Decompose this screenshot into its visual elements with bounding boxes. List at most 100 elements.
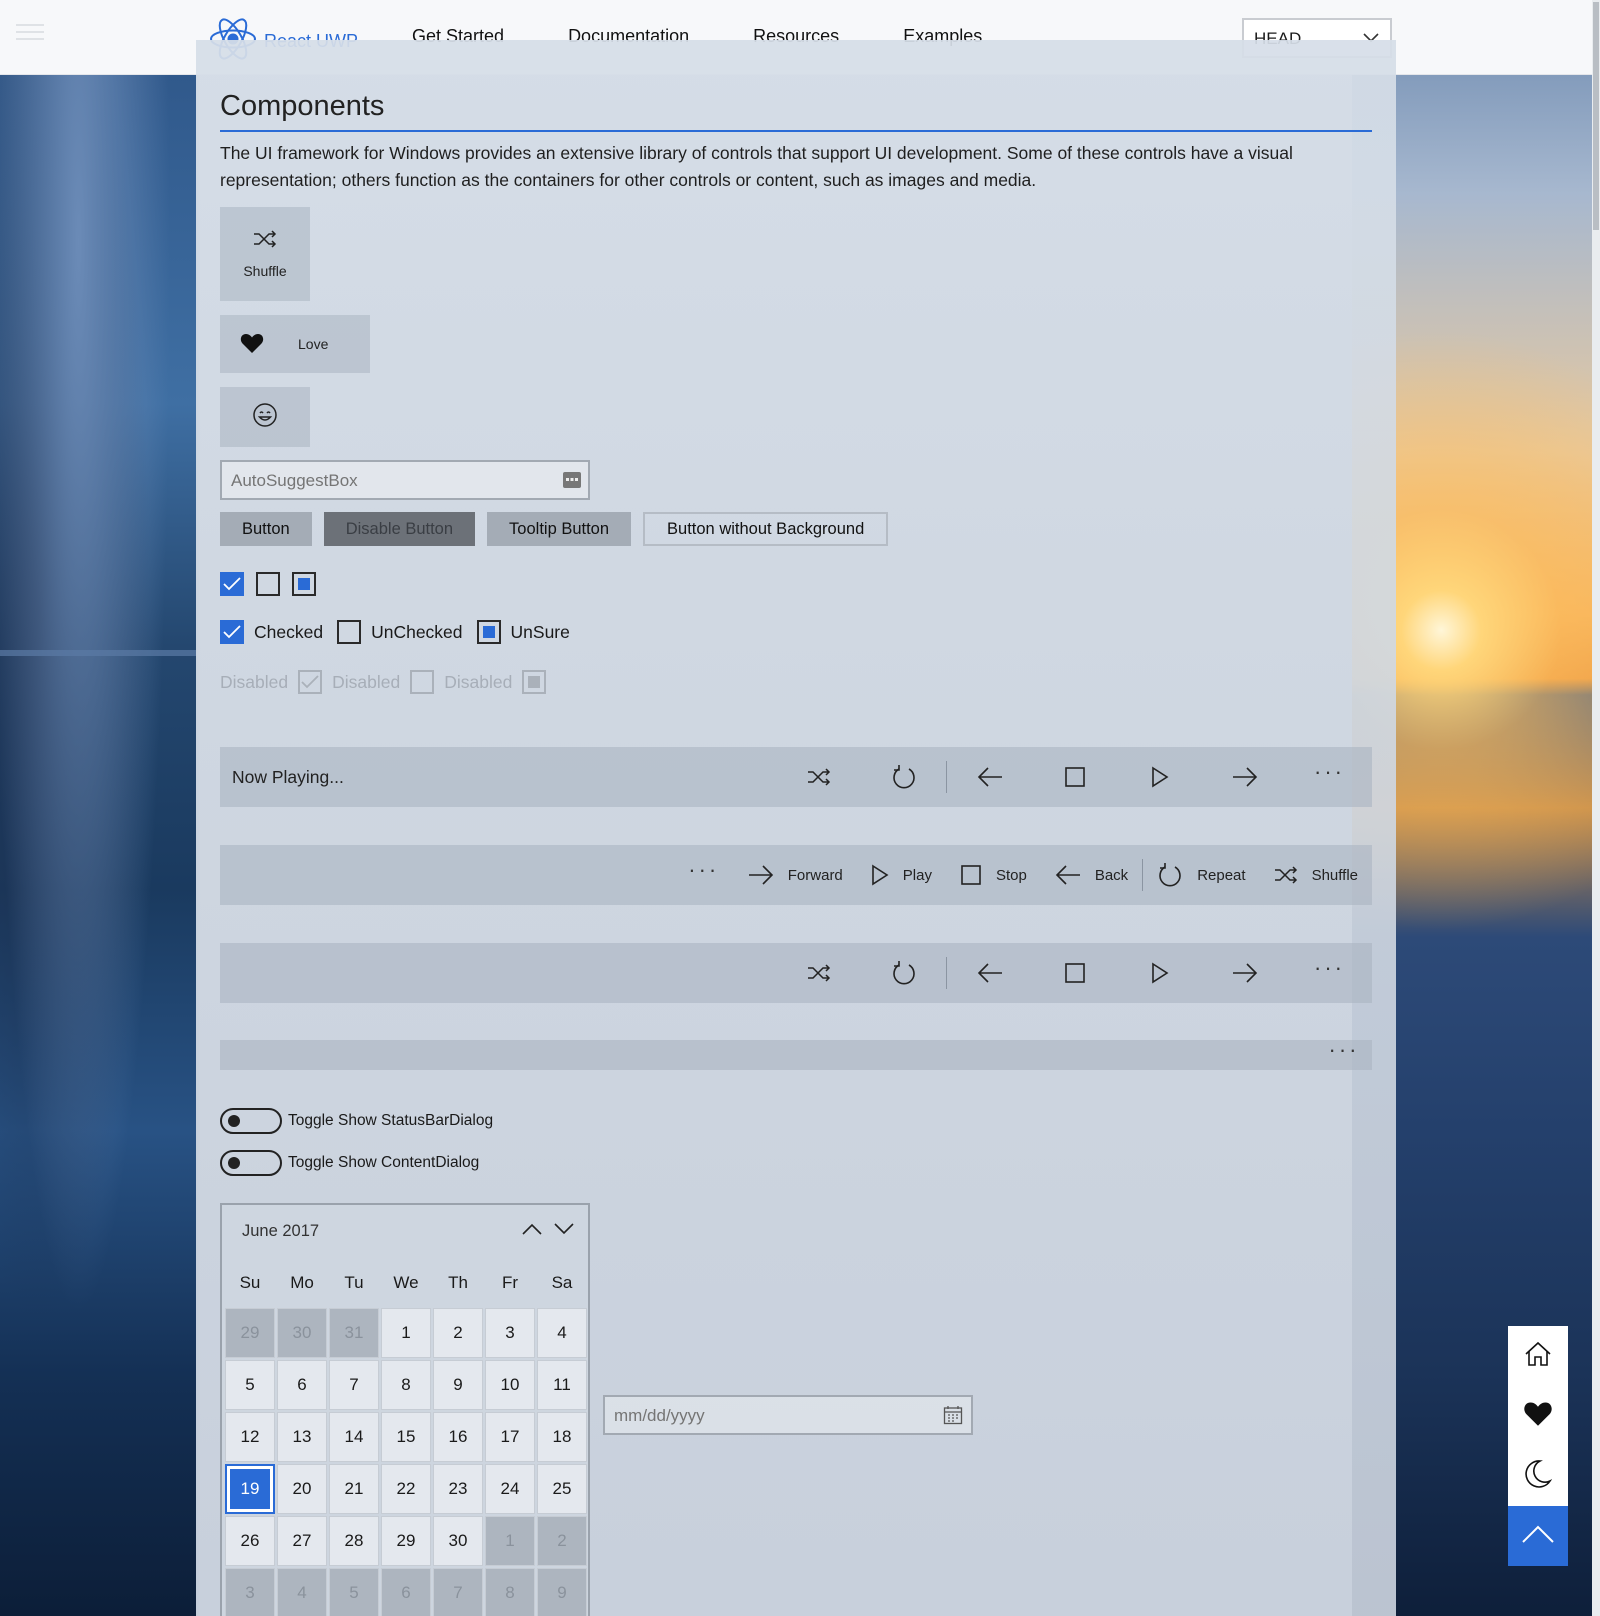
back-arrow-icon[interactable] — [947, 943, 1032, 1003]
home-button[interactable] — [1508, 1326, 1568, 1386]
checkbox-checked-labeled[interactable] — [220, 620, 244, 644]
command-bar-minimal: ··· — [220, 1039, 1372, 1070]
checkbox-disabled-unchecked — [410, 670, 435, 694]
calendar-day[interactable]: 11 — [537, 1360, 587, 1410]
calendar-day[interactable]: 1 — [485, 1516, 535, 1566]
checkbox-checked[interactable] — [220, 572, 244, 596]
calendar-day[interactable]: 18 — [537, 1412, 587, 1462]
calendar-day[interactable]: 20 — [277, 1464, 327, 1514]
calendar-day[interactable]: 23 — [433, 1464, 483, 1514]
more-options-icon[interactable]: ··· — [674, 845, 734, 905]
repeat-command[interactable]: Repeat — [1143, 845, 1259, 905]
shuffle-app-button[interactable]: Shuffle — [220, 207, 310, 301]
auto-suggest-box[interactable] — [220, 460, 590, 500]
chevron-down-icon[interactable] — [554, 1222, 574, 1241]
back-arrow-icon[interactable] — [947, 747, 1032, 807]
forward-command[interactable]: Forward — [734, 845, 857, 905]
shuffle-icon[interactable] — [776, 943, 861, 1003]
favorite-button[interactable] — [1508, 1386, 1568, 1446]
calendar-day[interactable]: 10 — [485, 1360, 535, 1410]
calendar-day[interactable]: 29 — [381, 1516, 431, 1566]
back-arrow-icon — [1055, 865, 1080, 885]
calendar-day[interactable]: 7 — [329, 1360, 379, 1410]
calendar-day[interactable]: 7 — [433, 1568, 483, 1616]
forward-arrow-icon[interactable] — [1202, 943, 1287, 1003]
repeat-icon[interactable] — [861, 943, 946, 1003]
calendar-day[interactable]: 17 — [485, 1412, 535, 1462]
calendar-day[interactable]: 31 — [329, 1308, 379, 1358]
calendar-day[interactable]: 30 — [433, 1516, 483, 1566]
repeat-icon[interactable] — [861, 747, 946, 807]
calendar-day[interactable]: 9 — [537, 1568, 587, 1616]
stop-command[interactable]: Stop — [946, 845, 1041, 905]
more-options-icon[interactable]: ··· — [1316, 1039, 1372, 1070]
calendar-day[interactable]: 14 — [329, 1412, 379, 1462]
play-icon[interactable] — [1117, 747, 1202, 807]
calendar-day[interactable]: 5 — [225, 1360, 275, 1410]
hamburger-menu-icon[interactable] — [16, 24, 44, 42]
calendar-day[interactable]: 28 — [329, 1516, 379, 1566]
page-scrollbar[interactable] — [1592, 0, 1600, 1616]
calendar-day[interactable]: 24 — [485, 1464, 535, 1514]
back-command[interactable]: Back — [1041, 845, 1142, 905]
calendar-icon[interactable] — [943, 1405, 963, 1430]
shuffle-icon[interactable] — [776, 747, 861, 807]
calendar-day[interactable]: 21 — [329, 1464, 379, 1514]
calendar-nav — [522, 1222, 574, 1241]
more-options-icon[interactable]: ··· — [1287, 747, 1372, 807]
calendar-day[interactable]: 13 — [277, 1412, 327, 1462]
basic-button[interactable]: Button — [220, 512, 312, 546]
calendar-day[interactable]: 4 — [277, 1568, 327, 1616]
calendar-day[interactable]: 25 — [537, 1464, 587, 1514]
chevron-up-icon[interactable] — [522, 1222, 542, 1241]
stop-icon[interactable] — [1032, 747, 1117, 807]
checkbox-unchecked-labeled[interactable] — [337, 620, 362, 644]
calendar-day[interactable]: 30 — [277, 1308, 327, 1358]
forward-arrow-icon[interactable] — [1202, 747, 1287, 807]
calendar-day[interactable]: 3 — [485, 1308, 535, 1358]
theme-toggle-button[interactable] — [1508, 1446, 1568, 1506]
checkbox-unsure[interactable] — [292, 572, 316, 596]
keyboard-icon[interactable] — [562, 471, 582, 494]
play-command[interactable]: Play — [857, 845, 946, 905]
checkbox-unchecked[interactable] — [256, 572, 280, 596]
calendar-day[interactable]: 3 — [225, 1568, 275, 1616]
calendar-day[interactable]: 27 — [277, 1516, 327, 1566]
play-icon[interactable] — [1117, 943, 1202, 1003]
calendar-day[interactable]: 8 — [381, 1360, 431, 1410]
scroll-to-top-button[interactable] — [1508, 1506, 1568, 1566]
calendar-day[interactable]: 6 — [381, 1568, 431, 1616]
calendar-day[interactable]: 26 — [225, 1516, 275, 1566]
no-background-button[interactable]: Button without Background — [643, 512, 889, 546]
calendar-day[interactable]: 4 — [537, 1308, 587, 1358]
calendar-day[interactable]: 6 — [277, 1360, 327, 1410]
more-options-icon[interactable]: ··· — [1287, 943, 1372, 1003]
calendar-day[interactable]: 9 — [433, 1360, 483, 1410]
calendar-day[interactable]: 12 — [225, 1412, 275, 1462]
checkbox-disabled-checked — [298, 670, 323, 694]
love-app-button[interactable]: Love — [220, 315, 370, 373]
checkbox-unsure-labeled[interactable] — [476, 620, 501, 644]
calendar-day[interactable]: 1 — [381, 1308, 431, 1358]
calendar-day-selected[interactable]: 19 — [225, 1464, 275, 1514]
calendar-day[interactable]: 15 — [381, 1412, 431, 1462]
stop-icon[interactable] — [1032, 943, 1117, 1003]
shuffle-command[interactable]: Shuffle — [1260, 845, 1372, 905]
date-input[interactable] — [614, 1406, 914, 1426]
auto-suggest-input[interactable] — [231, 471, 551, 491]
calendar-day[interactable]: 29 — [225, 1308, 275, 1358]
toggle-content-dialog-switch[interactable] — [220, 1150, 282, 1176]
toggle-status-bar-switch[interactable] — [220, 1108, 282, 1134]
calendar-day[interactable]: 2 — [537, 1516, 587, 1566]
calendar-day[interactable]: 5 — [329, 1568, 379, 1616]
scrollbar-thumb[interactable] — [1593, 2, 1599, 230]
calendar-day[interactable]: 16 — [433, 1412, 483, 1462]
calendar-day[interactable]: 2 — [433, 1308, 483, 1358]
calendar-day[interactable]: 8 — [485, 1568, 535, 1616]
emoji-app-button[interactable] — [220, 387, 310, 447]
tooltip-button[interactable]: Tooltip Button — [487, 512, 632, 546]
calendar-month-label[interactable]: June 2017 — [242, 1222, 319, 1241]
weekday-label: Th — [448, 1273, 468, 1292]
calendar-day[interactable]: 22 — [381, 1464, 431, 1514]
date-picker-box[interactable] — [603, 1395, 973, 1435]
